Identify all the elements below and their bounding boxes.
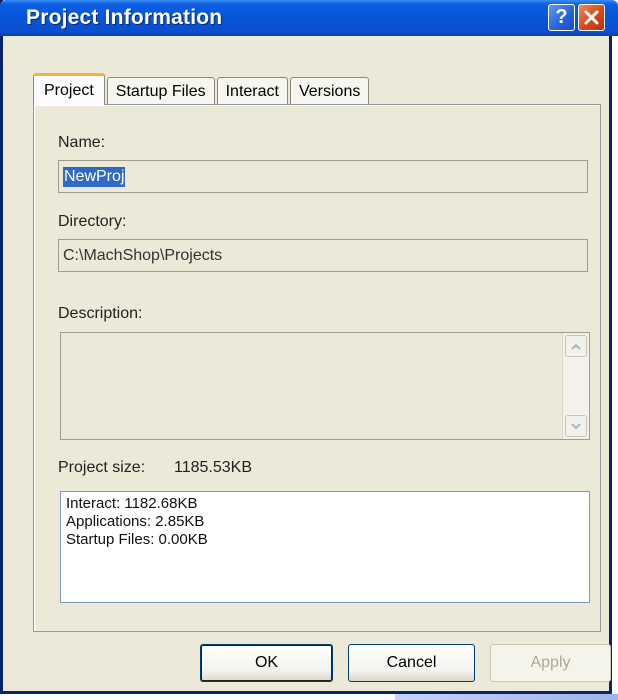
description-label: Description: bbox=[58, 305, 143, 322]
ok-button[interactable]: OK bbox=[200, 644, 333, 682]
help-button[interactable]: ? bbox=[548, 4, 575, 31]
name-field[interactable]: NewProj bbox=[58, 160, 588, 193]
tab-strip: Project Startup Files Interact Versions bbox=[33, 73, 371, 105]
project-size-label: Project size: bbox=[58, 459, 146, 476]
window-title: Project Information bbox=[26, 6, 223, 29]
directory-value: C:\MachShop\Projects bbox=[63, 246, 223, 264]
directory-field: C:\MachShop\Projects bbox=[58, 239, 588, 272]
size-breakdown-item: Applications: 2.85KB bbox=[66, 513, 205, 530]
description-textarea[interactable] bbox=[60, 332, 590, 440]
name-label: Name: bbox=[58, 134, 106, 151]
close-button[interactable] bbox=[578, 4, 605, 31]
tab-interact[interactable]: Interact bbox=[216, 77, 288, 105]
tab-versions[interactable]: Versions bbox=[289, 77, 370, 105]
size-breakdown-list: Interact: 1182.68KB Applications: 2.85KB… bbox=[60, 491, 590, 603]
project-tab-panel: Name: NewProj Directory: C:\MachShop\Pro… bbox=[33, 104, 601, 632]
size-breakdown-item: Startup Files: 0.00KB bbox=[66, 531, 208, 548]
chevron-down-icon bbox=[571, 422, 581, 429]
close-x-icon bbox=[584, 10, 599, 25]
scroll-up-button[interactable] bbox=[565, 335, 587, 357]
cancel-button[interactable]: Cancel bbox=[348, 644, 475, 682]
title-bar[interactable]: Project Information ? bbox=[0, 0, 618, 36]
apply-button[interactable]: Apply bbox=[490, 644, 611, 682]
background-edge bbox=[395, 694, 618, 700]
chevron-up-icon bbox=[571, 343, 581, 350]
name-value: NewProj bbox=[63, 166, 126, 187]
project-information-dialog: Project Information ? Project Startup Fi… bbox=[0, 0, 618, 694]
tab-project[interactable]: Project bbox=[33, 73, 105, 105]
size-breakdown-item: Interact: 1182.68KB bbox=[66, 495, 198, 512]
description-scrollbar[interactable] bbox=[562, 333, 589, 439]
help-icon: ? bbox=[555, 6, 568, 28]
directory-label: Directory: bbox=[58, 213, 127, 230]
tab-startup-files[interactable]: Startup Files bbox=[106, 77, 215, 105]
scroll-down-button[interactable] bbox=[565, 415, 587, 437]
project-size-value: 1185.53KB bbox=[174, 459, 252, 476]
